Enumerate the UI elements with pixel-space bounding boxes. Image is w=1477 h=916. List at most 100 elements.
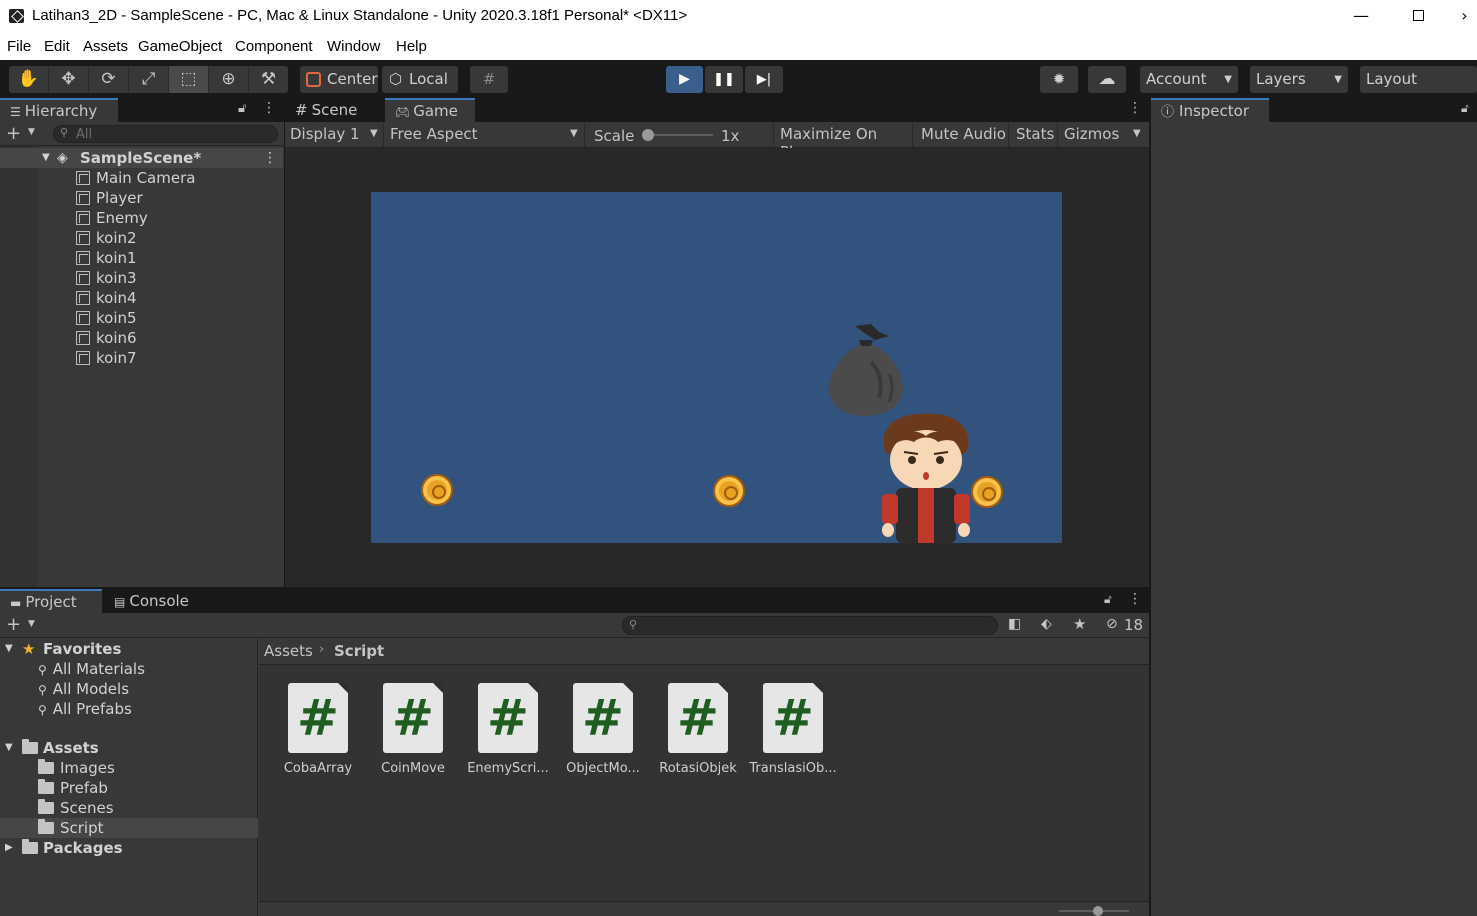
lock-icon[interactable]: 🔓︎ — [238, 101, 246, 116]
lock-icon[interactable]: 🔓︎ — [1461, 101, 1469, 116]
csharp-script-icon[interactable]: # — [383, 683, 443, 753]
csharp-script-icon[interactable]: # — [573, 683, 633, 753]
hierarchy-item[interactable]: Player — [0, 188, 283, 208]
hierarchy-item[interactable]: Main Camera — [0, 168, 283, 188]
foldout-expanded-icon[interactable]: ▼ — [42, 148, 50, 168]
custom-tool-icon[interactable]: ⚒ — [249, 66, 288, 93]
stats-toggle[interactable]: Stats — [1010, 122, 1058, 147]
hierarchy-item[interactable]: koin4 — [0, 288, 283, 308]
script-label[interactable]: CobaArray — [270, 761, 366, 776]
maximize-button[interactable] — [1395, 0, 1441, 32]
assets-row[interactable]: ▼ Assets — [0, 738, 258, 758]
menu-file[interactable]: File — [7, 38, 31, 55]
menu-gameobject[interactable]: GameObject — [138, 38, 222, 55]
scale-slider[interactable] — [642, 129, 713, 141]
pivot-local-toggle[interactable]: ⬡ Local — [382, 66, 458, 93]
menu-help[interactable]: Help — [396, 38, 427, 55]
folder-item[interactable]: Images — [38, 758, 115, 778]
script-label[interactable]: TranslasiOb... — [745, 761, 841, 776]
search-by-type-icon[interactable]: ◧ — [1008, 616, 1021, 632]
layers-dropdown[interactable]: Layers ▼ — [1250, 66, 1348, 93]
script-label[interactable]: RotasiObjek — [650, 761, 746, 776]
tab-game[interactable]: 🎮︎ Game — [385, 98, 475, 122]
aspect-dropdown[interactable]: Free Aspect ▼ — [385, 122, 585, 147]
chevron-down-icon[interactable]: ▼ — [28, 619, 35, 629]
display-dropdown[interactable]: Display 1 ▼ — [285, 122, 384, 147]
breadcrumb-root[interactable]: Assets — [264, 642, 313, 660]
tab-hierarchy[interactable]: ☰ Hierarchy — [0, 98, 118, 122]
folder-item-selected[interactable]: Script — [0, 818, 258, 838]
hidden-packages-icon[interactable]: ⊘ — [1106, 616, 1118, 632]
folder-item[interactable]: Prefab — [38, 778, 108, 798]
csharp-script-icon[interactable]: # — [478, 683, 538, 753]
move-tool-icon[interactable]: ✥ — [49, 66, 89, 93]
favorites-row[interactable]: ▼ ★ Favorites — [0, 639, 258, 659]
tab-inspector[interactable]: ⓘ Inspector — [1151, 98, 1269, 122]
gizmos-dropdown[interactable]: Gizmos ▼ — [1059, 122, 1149, 147]
tab-console[interactable]: ▤ Console — [104, 589, 204, 613]
foldout-collapsed-icon[interactable]: ▶ — [5, 838, 13, 858]
lock-icon[interactable]: 🔓︎ — [1104, 592, 1112, 607]
scene-row[interactable]: ▼ ◈ SampleScene* ⋮ — [0, 148, 283, 168]
maximize-on-play-toggle[interactable]: Maximize On Play — [773, 122, 913, 161]
pivot-center-toggle[interactable]: Center — [300, 66, 378, 93]
script-label[interactable]: CoinMove — [365, 761, 461, 776]
menu-edit[interactable]: Edit — [44, 38, 70, 55]
tab-scene[interactable]: # Scene — [285, 98, 383, 122]
account-dropdown[interactable]: Account ▼ — [1140, 66, 1238, 93]
tab-project[interactable]: ▬ Project — [0, 589, 102, 613]
csharp-script-icon[interactable]: # — [288, 683, 348, 753]
minimize-button[interactable]: — — [1338, 0, 1384, 32]
csharp-script-icon[interactable]: # — [668, 683, 728, 753]
hierarchy-item[interactable]: Enemy — [0, 208, 283, 228]
favorites-item[interactable]: ⚲ All Materials — [38, 659, 145, 679]
game-view[interactable] — [285, 148, 1149, 587]
foldout-expanded-icon[interactable]: ▼ — [5, 639, 13, 659]
play-button[interactable]: ▶ — [666, 66, 703, 93]
hierarchy-item[interactable]: koin6 — [0, 328, 283, 348]
cloud-icon[interactable]: ☁ — [1088, 66, 1126, 93]
menu-component[interactable]: Component — [235, 38, 313, 55]
project-search-input[interactable]: ⚲ — [622, 616, 998, 635]
script-label[interactable]: EnemyScri... — [460, 761, 556, 776]
hierarchy-item[interactable]: koin1 — [0, 248, 283, 268]
collab-icon[interactable]: ✹ — [1040, 66, 1078, 93]
scale-tool-icon[interactable]: ⤢ — [129, 66, 169, 93]
kebab-menu-icon[interactable]: ⋮ — [263, 148, 277, 168]
chevron-down-icon[interactable]: ▼ — [28, 127, 35, 137]
favorites-item[interactable]: ⚲ All Models — [38, 679, 129, 699]
kebab-menu-icon[interactable]: ⋮ — [262, 100, 276, 116]
kebab-menu-icon[interactable]: ⋮ — [1128, 591, 1142, 607]
hierarchy-item[interactable]: koin5 — [0, 308, 283, 328]
rect-tool-icon[interactable]: ⬚ — [169, 66, 209, 93]
close-button[interactable]: › — [1452, 0, 1477, 32]
icon-size-slider[interactable] — [1059, 906, 1129, 916]
transform-tool-icon[interactable]: ⊕ — [209, 66, 249, 93]
grid-snap-icon[interactable]: # — [470, 66, 508, 93]
pause-button[interactable]: ❚❚ — [705, 66, 743, 93]
hand-tool-icon[interactable]: ✋ — [9, 66, 49, 93]
add-icon[interactable]: + — [6, 614, 21, 635]
hierarchy-item[interactable]: koin7 — [0, 348, 283, 368]
mute-audio-toggle[interactable]: Mute Audio — [914, 122, 1009, 147]
kebab-menu-icon[interactable]: ⋮ — [1128, 100, 1142, 116]
foldout-expanded-icon[interactable]: ▼ — [5, 738, 13, 758]
hierarchy-search-input[interactable]: ⚲ All — [53, 125, 278, 143]
label-tag-icon[interactable]: ⬖ — [1041, 616, 1052, 632]
add-icon[interactable]: + — [6, 123, 21, 144]
step-button[interactable]: ▶| — [745, 66, 783, 93]
script-label[interactable]: ObjectMo... — [555, 761, 651, 776]
menu-window[interactable]: Window — [327, 38, 380, 55]
game-screen[interactable] — [371, 192, 1062, 543]
hierarchy-item[interactable]: koin2 — [0, 228, 283, 248]
scale-slider-thumb[interactable] — [642, 129, 654, 141]
csharp-script-icon[interactable]: # — [763, 683, 823, 753]
menu-assets[interactable]: Assets — [83, 38, 128, 55]
packages-row[interactable]: ▶ Packages — [0, 838, 258, 858]
icon-size-slider-thumb[interactable] — [1093, 906, 1103, 916]
rotate-tool-icon[interactable]: ⟳ — [89, 66, 129, 93]
folder-item[interactable]: Scenes — [38, 798, 114, 818]
layout-dropdown[interactable]: Layout — [1360, 66, 1477, 93]
favorites-item[interactable]: ⚲ All Prefabs — [38, 699, 132, 719]
breadcrumb-current[interactable]: Script — [334, 642, 384, 660]
